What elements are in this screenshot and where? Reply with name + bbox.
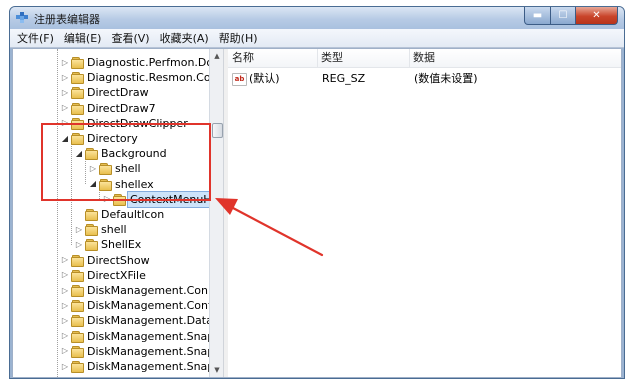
tree-item[interactable]: ▷ shell: [75, 222, 127, 237]
collapsed-arrow-icon[interactable]: ▷: [61, 346, 69, 356]
folder-icon: [71, 87, 84, 100]
folder-icon: [71, 72, 84, 85]
close-icon: ✕: [592, 10, 601, 21]
folder-icon: [71, 361, 84, 373]
folder-icon: [71, 300, 84, 313]
collapsed-arrow-icon[interactable]: ▷: [61, 270, 69, 280]
folder-icon: [71, 285, 84, 297]
value-row[interactable]: ab (默认) REG_SZ (数值未设置): [228, 71, 621, 87]
window-controls: ▬ ☐ ✕: [524, 7, 618, 25]
editor-content: ▷ Diagnostic.Perfmon.Documer ▷ Diagnostic.R…: [12, 48, 622, 378]
collapsed-arrow-icon[interactable]: ▷: [61, 103, 69, 113]
tree-item[interactable]: ▷ DirectXFile: [61, 268, 146, 283]
menu-bar: 文件(F) 编辑(E) 查看(V) 收藏夹(A) 帮助(H): [10, 29, 624, 48]
tree-item[interactable]: ▷ DirectDraw: [61, 85, 149, 100]
collapsed-arrow-icon[interactable]: ▷: [61, 286, 69, 296]
folder-icon: [85, 209, 98, 221]
tree-item[interactable]: ▷ ShellEx: [75, 237, 141, 252]
list-header: 名称 类型 数据: [228, 49, 621, 68]
tree-item-label: DiskManagement.Control: [87, 299, 209, 313]
tree-item[interactable]: ▷ DiskManagement.Control: [61, 298, 209, 313]
collapsed-arrow-icon[interactable]: ▷: [61, 73, 69, 83]
menu-file[interactable]: 文件(F): [17, 30, 54, 46]
tree-item-label: DiskManagement.SnapIn: [87, 329, 209, 343]
folder-icon: [71, 269, 84, 282]
scroll-down-icon[interactable]: ▼: [210, 363, 224, 377]
tree-item[interactable]: ▷ Diagnostic.Perfmon.Documer: [61, 55, 209, 70]
tree-item[interactable]: DefaultIcon: [75, 207, 164, 222]
folder-icon: [85, 224, 98, 237]
tree-item-label: DefaultIcon: [101, 208, 165, 221]
scroll-thumb[interactable]: [212, 123, 223, 138]
string-value-icon: ab: [232, 73, 247, 86]
collapsed-arrow-icon[interactable]: ▷: [61, 331, 69, 341]
collapsed-arrow-icon[interactable]: ▷: [61, 88, 69, 98]
tree-item[interactable]: ▷ DiskManagement.SnapInAbc: [61, 344, 209, 359]
tree-item[interactable]: ▷ DiskManagement.DataObjec: [61, 313, 209, 328]
tree-scrollbar[interactable]: ▲ ▼: [209, 49, 224, 377]
folder-icon: [71, 254, 84, 267]
collapsed-arrow-icon[interactable]: ▷: [75, 240, 83, 250]
tree-item-label: Diagnostic.Perfmon.Documer: [87, 56, 209, 69]
value-data: (数值未设置): [414, 72, 478, 85]
tree-item[interactable]: ▷ DirectShow: [61, 253, 150, 268]
tree-item[interactable]: ▷ DiskManagement.SnapIn: [61, 329, 209, 344]
tree-item-label: ShellEx: [101, 238, 142, 252]
registry-tree[interactable]: ▷ Diagnostic.Perfmon.Documer ▷ Diagnostic.R…: [13, 49, 209, 377]
folder-icon: [85, 239, 98, 252]
column-type[interactable]: 类型: [317, 49, 410, 67]
maximize-icon: ☐: [558, 10, 568, 21]
window-title: 注册表编辑器: [34, 13, 100, 26]
highlight-box: [41, 123, 211, 201]
tree-item-label: DiskManagement.DataObjec: [87, 314, 209, 328]
tree-item-label: DiskManagement.Connection: [87, 284, 209, 297]
menu-help[interactable]: 帮助(H): [219, 30, 258, 46]
collapsed-arrow-icon[interactable]: ▷: [61, 362, 69, 372]
tree-item-label: DiskManagement.SnapInAbc: [87, 344, 209, 358]
collapsed-arrow-icon[interactable]: ▷: [61, 316, 69, 326]
folder-icon: [71, 102, 84, 115]
tree-item-label: DiskManagement.SnapInCor: [87, 360, 209, 373]
scroll-up-icon[interactable]: ▲: [210, 49, 224, 63]
tree-item[interactable]: ▷ DiskManagement.SnapInCor: [61, 359, 209, 374]
no-expander: [75, 210, 83, 220]
tree-item[interactable]: ▷ DirectDraw7: [61, 101, 156, 116]
folder-icon: [71, 330, 84, 343]
value-name: (默认): [249, 72, 280, 85]
maximize-button[interactable]: ☐: [551, 7, 576, 25]
column-data[interactable]: 数据: [409, 49, 623, 67]
folder-icon: [71, 57, 84, 69]
menu-view[interactable]: 查看(V): [111, 30, 149, 46]
values-list: 名称 类型 数据 ab (默认) REG_SZ (数值未设置): [228, 49, 621, 377]
tree-item[interactable]: ▷ DiskManagement.Connection: [61, 283, 209, 298]
tree-guide-line: [57, 49, 58, 377]
tree-item[interactable]: ▷ Diagnostic.Resmon.Config: [61, 70, 209, 85]
registry-editor-icon: [16, 12, 28, 23]
minimize-button[interactable]: ▬: [524, 7, 551, 25]
tree-item-label: DirectXFile: [87, 268, 146, 282]
tree-item-label: DirectShow: [87, 253, 150, 267]
close-button[interactable]: ✕: [576, 7, 618, 25]
collapsed-arrow-icon[interactable]: ▷: [61, 301, 69, 311]
menu-favorites[interactable]: 收藏夹(A): [160, 30, 209, 46]
tree-item-label: DirectDraw7: [87, 101, 156, 115]
tree-item-label: shell: [101, 223, 127, 237]
collapsed-arrow-icon[interactable]: ▷: [75, 225, 83, 235]
tree-item-label: Diagnostic.Resmon.Config: [87, 71, 209, 85]
menu-edit[interactable]: 编辑(E): [64, 30, 102, 46]
minimize-icon: ▬: [532, 10, 543, 21]
tree-item-label: DirectDraw: [87, 86, 149, 100]
folder-icon: [71, 345, 84, 358]
folder-icon: [71, 315, 84, 328]
column-name[interactable]: 名称: [228, 49, 318, 67]
value-type: REG_SZ: [322, 72, 366, 85]
collapsed-arrow-icon[interactable]: ▷: [61, 255, 69, 265]
title-bar[interactable]: 注册表编辑器 ▬ ☐ ✕: [10, 7, 624, 29]
collapsed-arrow-icon[interactable]: ▷: [61, 58, 69, 68]
